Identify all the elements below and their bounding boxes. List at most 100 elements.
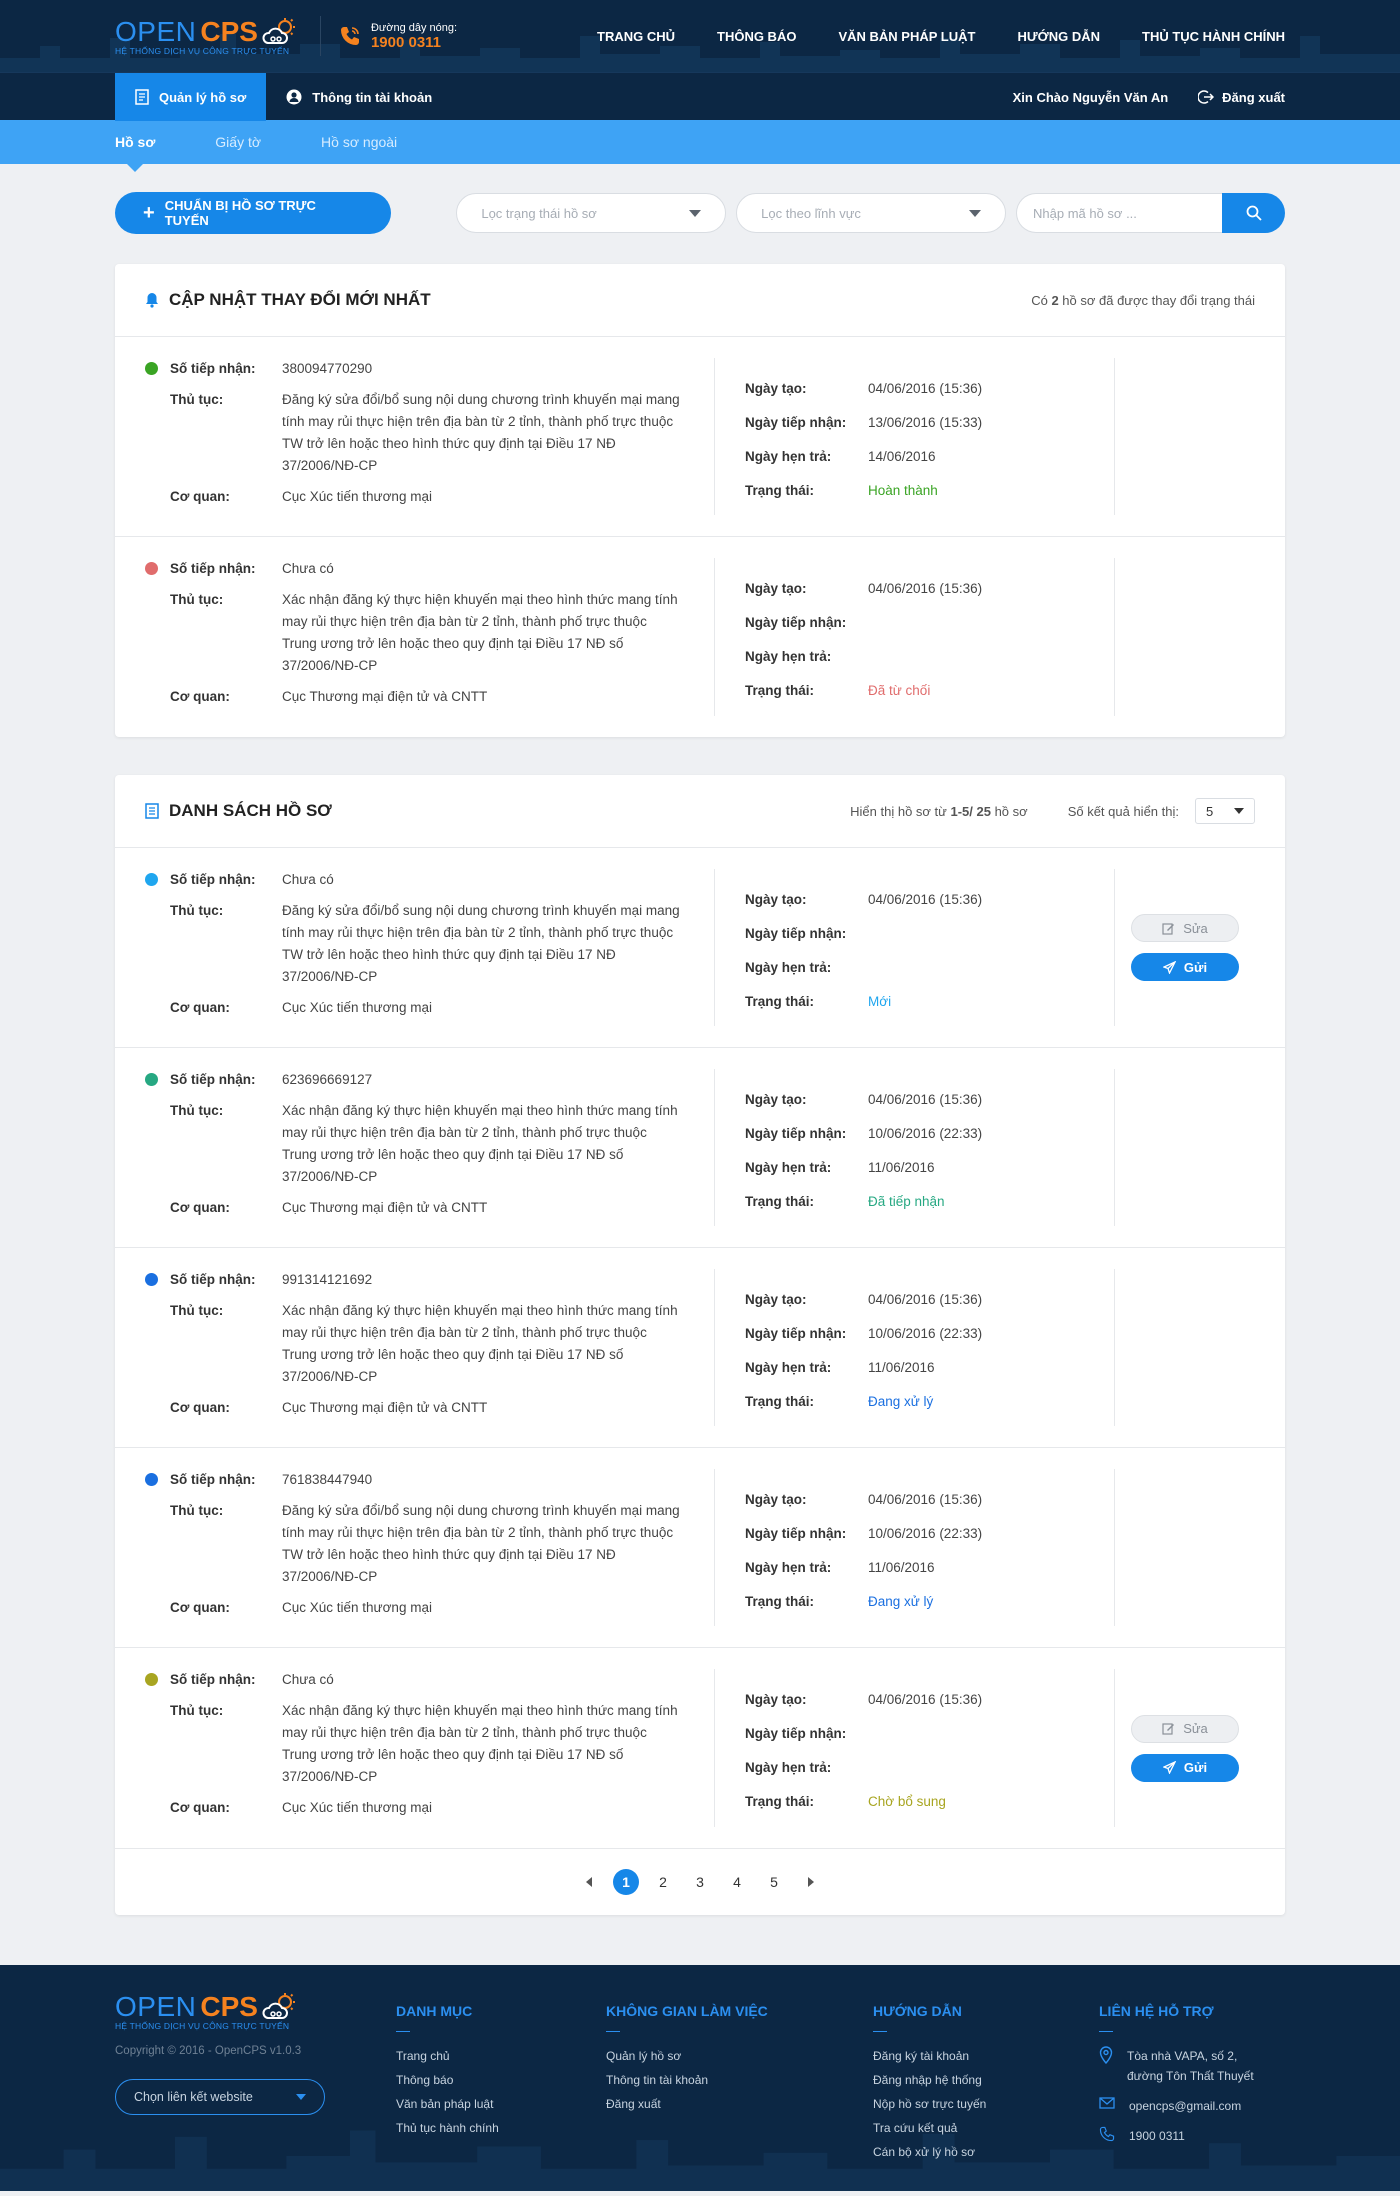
edit-icon [1162,1723,1175,1735]
due-label: Ngày hẹn trả: [745,959,832,975]
page-4-button[interactable]: 4 [719,1874,756,1890]
edit-button[interactable]: Sửa [1131,914,1239,942]
caret-down-icon [689,209,702,217]
page-2-button[interactable]: 2 [645,1874,682,1890]
created-date: 04/06/2016 (15:36) [868,1091,983,1107]
tab-records[interactable]: Hồ sơ [115,134,155,172]
search-button[interactable] [1222,193,1285,233]
status-text: Mới [868,993,892,1009]
footer-link[interactable]: Thông báo [396,2068,606,2092]
record-info: Số tiếp nhận: 991314121692 Thủ tục: Xác nhậ… [145,1269,715,1426]
send-button[interactable]: Gửi [1131,953,1239,981]
nav-guide[interactable]: HƯỚNG DẪN [1017,29,1100,44]
subtab-manage-records[interactable]: Quản lý hồ sơ [115,73,267,121]
status-dot-icon [145,1073,158,1086]
subtab-account-info[interactable]: Thông tin tài khoản [266,73,452,121]
footer-link[interactable]: Thủ tục hành chính [396,2116,606,2140]
showing-suffix: hồ sơ [990,803,1028,819]
phone-icon [340,27,359,45]
record-row[interactable]: Số tiếp nhận: 761838447940 Thủ tục: Đăng ký… [115,1448,1285,1648]
status-text: Chờ bổ sung [868,1793,946,1809]
due-label: Ngày hẹn trả: [745,1159,832,1175]
status-filter-select[interactable]: Lọc trạng thái hồ sơ [456,193,727,233]
nav-administrative-procedures[interactable]: THỦ TỤC HÀNH CHÍNH [1142,29,1285,44]
record-row[interactable]: Số tiếp nhận: Chưa có Thủ tục: Xác nhận đăn… [115,1648,1285,1848]
logout-icon [1198,90,1215,104]
receipt-number: 380094770290 [282,361,373,376]
nav-announcements[interactable]: THÔNG BÁO [717,29,796,44]
record-list: Số tiếp nhận: Chưa có Thủ tục: Đăng ký sửa … [115,848,1285,1848]
footer-link[interactable]: Đăng nhập hệ thống [873,2068,1099,2092]
tab-papers[interactable]: Giấy tờ [215,134,261,150]
next-page-button[interactable] [793,1877,830,1887]
footer-column-categories: DANH MỤC Trang chủ Thông báo Văn bản phá… [396,1991,606,2164]
perpage-select[interactable]: 5 [1195,798,1255,824]
logout-link[interactable]: Đăng xuất [1198,89,1285,105]
user-circle-icon [286,89,302,105]
record-row[interactable]: Số tiếp nhận: Chưa có Thủ tục: Đăng ký sửa … [115,848,1285,1048]
record-row[interactable]: Số tiếp nhận: 623696669127 Thủ tục: Xác nhậ… [115,1048,1285,1248]
record-row[interactable]: Số tiếp nhận: 380094770290 Thủ tục: Đăng ký… [115,337,1285,537]
record-code-search-input[interactable] [1016,193,1222,233]
website-link-select[interactable]: Chọn liên kết website [115,2079,325,2115]
edit-button[interactable]: Sửa [1131,1714,1239,1743]
agency-label: Cơ quan: [170,1000,230,1015]
agency-name: Cục Thương mại điện tử và CNTT [282,689,488,704]
footer-link[interactable]: Văn bản pháp luật [396,2092,606,2116]
footer-link[interactable]: Đăng xuất [606,2092,873,2116]
status-dot-icon [145,1273,158,1286]
edit-icon [1162,922,1175,935]
procedure-label: Thủ tục: [170,1703,224,1718]
status-text: Đang xử lý [868,1593,934,1609]
panel-header: DANH SÁCH HỒ SƠ Hiển thị hồ sơ từ 1-5/ 2… [115,775,1285,848]
contact-email-text[interactable]: opencps@gmail.com [1129,2096,1241,2116]
page-1-button[interactable]: 1 [608,1869,645,1895]
record-dates: Ngày tạo: 04/06/2016 (15:36) Ngày tiếp nhậ… [715,358,1115,515]
tab-external-records[interactable]: Hồ sơ ngoài [321,134,397,150]
footer-link[interactable]: Nộp hồ sơ trực tuyến [873,2092,1099,2116]
prepare-online-record-button[interactable]: + CHUẨN BỊ HỒ SƠ TRỰC TUYẾN [115,192,392,234]
page-3-button[interactable]: 3 [682,1874,719,1890]
record-row[interactable]: Số tiếp nhận: 991314121692 Thủ tục: Xác nhậ… [115,1248,1285,1448]
agency-name: Cục Xúc tiến thương mại [282,1000,432,1015]
subtab-label: Thông tin tài khoản [312,89,433,105]
panel-header: CẬP NHẬT THAY ĐỔI MỚI NHẤT Có 2 hồ sơ đã… [115,264,1285,337]
status-filter-placeholder: Lọc trạng thái hồ sơ [481,205,597,221]
footer-link[interactable]: Quản lý hồ sơ [606,2044,873,2068]
record-actions [1115,1269,1255,1426]
record-row[interactable]: Số tiếp nhận: Chưa có Thủ tục: Xác nhận đăn… [115,537,1285,737]
record-dates: Ngày tạo: 04/06/2016 (15:36) Ngày tiếp nhậ… [715,1469,1115,1626]
footer-link[interactable]: Cán bộ xử lý hồ sơ [873,2140,1099,2164]
prev-page-button[interactable] [571,1877,608,1887]
receipt-label: Số tiếp nhận: [170,1272,256,1287]
send-button[interactable]: Gửi [1131,1753,1239,1782]
footer-column-title: LIÊN HỆ HỖ TRỢ [1099,1991,1285,2032]
footer-column-title: DANH MỤC [396,1991,606,2032]
footer-link[interactable]: Đăng ký tài khoản [873,2044,1099,2068]
receipt-number: 623696669127 [282,1072,373,1087]
footer-link[interactable]: Tra cứu kết quả [873,2116,1099,2140]
created-label: Ngày tạo: [745,380,807,396]
footer-logo[interactable]: OPEN CPS HỆ THỐNG DỊCH VỤ CÔNG TRỰC TUYẾ… [115,1991,396,2031]
mail-icon [1099,2097,1115,2109]
record-actions: Sửa Gửi [1115,1669,1255,1827]
contact-email: opencps@gmail.com [1099,2096,1285,2116]
record-info: Số tiếp nhận: Chưa có Thủ tục: Xác nhận đăn… [145,558,715,716]
field-filter-select[interactable]: Lọc theo lĩnh vực [736,193,1006,233]
agency-name: Cục Xúc tiến thương mại [282,489,432,504]
page-5-button[interactable]: 5 [756,1874,793,1890]
search-group [1016,193,1285,233]
footer-column-guide: HƯỚNG DẪN Đăng ký tài khoản Đăng nhập hệ… [873,1991,1099,2164]
nav-home[interactable]: TRANG CHỦ [597,29,675,44]
footer-link[interactable]: Thông tin tài khoản [606,2068,873,2092]
footer-link[interactable]: Trang chủ [396,2044,606,2068]
received-label: Ngày tiếp nhận: [745,1125,847,1141]
procedure-text: Xác nhận đăng ký thực hiện khuyến mại th… [282,1303,678,1384]
agency-name: Cục Thương mại điện tử và CNTT [282,1200,488,1215]
logo-open-text: OPEN [115,16,197,47]
nav-legal-documents[interactable]: VĂN BẢN PHÁP LUẬT [838,29,975,44]
search-icon [1246,205,1262,221]
site-logo[interactable]: OPEN CPS HỆ THỐNG DỊCH VỤ CÔNG TRỰC TUYẾ… [115,16,296,56]
receipt-number: Chưa có [282,1672,334,1687]
status-label: Trạng thái: [745,1793,815,1809]
